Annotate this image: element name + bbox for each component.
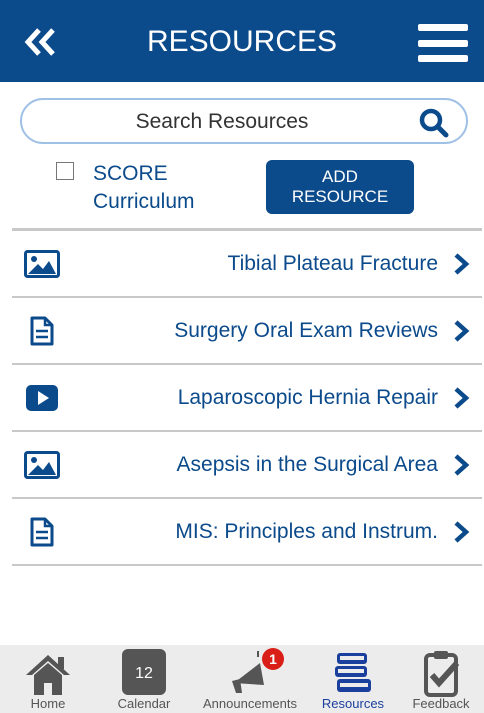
score-curriculum-label: SCORE Curriculum: [93, 162, 195, 213]
image-icon: [24, 250, 60, 278]
app-header: RESOURCES: [0, 0, 484, 82]
tab-label: Calendar: [117, 696, 171, 711]
calendar-day: 12: [135, 665, 153, 682]
list-item[interactable]: MIS: Principles and Instrum.: [12, 499, 482, 566]
clipboard-check-icon: [424, 651, 460, 697]
chevron-right-icon: [454, 454, 470, 476]
resource-title: Surgery Oral Exam Reviews: [174, 319, 438, 342]
tab-label: Feedback: [412, 696, 470, 711]
chevron-right-icon: [454, 521, 470, 543]
chevron-right-icon: [454, 253, 470, 275]
books-icon: [335, 653, 371, 692]
menu-bar: [418, 24, 468, 31]
video-icon: [26, 385, 58, 411]
list-item[interactable]: Asepsis in the Surgical Area: [12, 432, 482, 499]
hamburger-menu-button[interactable]: [418, 24, 468, 62]
tab-label: Announcements: [203, 696, 297, 711]
chevron-right-icon: [454, 387, 470, 409]
tab-resources[interactable]: Resources: [308, 645, 398, 713]
menu-bar: [418, 55, 468, 62]
menu-bar: [418, 39, 468, 47]
back-button[interactable]: [18, 22, 62, 62]
notification-badge: 1: [262, 648, 284, 670]
resource-title: Asepsis in the Surgical Area: [176, 453, 438, 476]
score-curriculum-checkbox[interactable]: [56, 162, 74, 180]
search-bar: [20, 98, 468, 144]
search-button[interactable]: [418, 108, 450, 138]
image-icon: [24, 451, 60, 479]
home-icon: [26, 655, 70, 695]
tab-home[interactable]: Home: [0, 645, 96, 713]
list-item[interactable]: Tibial Plateau Fracture: [12, 231, 482, 298]
tab-feedback[interactable]: Feedback: [398, 645, 484, 713]
resource-title: MIS: Principles and Instrum.: [175, 520, 438, 543]
add-resource-button[interactable]: ADD RESOURCE: [266, 160, 414, 214]
list-item[interactable]: Laparoscopic Hernia Repair: [12, 365, 482, 432]
bottom-tab-bar: Home 12 Calendar 1 Announcements Resourc…: [0, 645, 484, 713]
list-item[interactable]: Surgery Oral Exam Reviews: [12, 298, 482, 365]
tab-announcements[interactable]: 1 Announcements: [192, 645, 308, 713]
chevron-right-icon: [454, 320, 470, 342]
search-icon: [419, 108, 449, 138]
tab-label: Home: [30, 696, 66, 711]
search-input[interactable]: [42, 107, 402, 137]
resource-title: Tibial Plateau Fracture: [227, 252, 438, 275]
double-chevron-left-icon: [24, 28, 55, 56]
page-title: RESOURCES: [146, 25, 338, 58]
tab-label: Resources: [321, 696, 385, 711]
tab-calendar[interactable]: 12 Calendar: [96, 645, 192, 713]
resource-title: Laparoscopic Hernia Repair: [177, 386, 438, 409]
document-icon: [30, 517, 54, 547]
resource-list: Tibial Plateau Fracture Surgery Oral Exa…: [12, 228, 482, 566]
calendar-icon: 12: [122, 649, 166, 695]
document-icon: [30, 316, 54, 346]
